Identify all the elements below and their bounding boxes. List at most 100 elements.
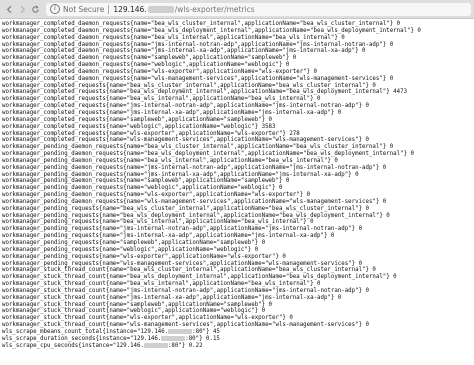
- metric-text: workmanager_completed_daemon_requests{na…: [2, 55, 297, 62]
- url-separator: [108, 4, 110, 14]
- metric-line: workmanager_pending_daemon_requests{name…: [2, 158, 474, 165]
- metric-line: workmanager_completed_daemon_requests{na…: [2, 76, 474, 83]
- metric-line: workmanager_completed_requests{name="sam…: [2, 117, 474, 124]
- metric-line: workmanager_pending_requests{name="wls-m…: [2, 261, 474, 268]
- metric-text: workmanager_stuck_thread_count{name="jms…: [2, 294, 342, 301]
- metric-line: workmanager_stuck_thread_count{name="bea…: [2, 267, 474, 274]
- metric-text: workmanager_pending_daemon_requests{name…: [2, 185, 283, 192]
- info-icon[interactable]: i: [50, 4, 60, 14]
- redacted-ip: [147, 5, 174, 13]
- metric-text: workmanager_stuck_thread_count{name="wls…: [2, 315, 293, 322]
- metric-line: workmanager_pending_daemon_requests{name…: [2, 151, 474, 158]
- metric-text: workmanager_completed_requests{name="jms…: [2, 109, 342, 116]
- metric-line: workmanager_pending_daemon_requests{name…: [2, 165, 474, 172]
- metric-line: workmanager_completed_daemon_requests{na…: [2, 62, 474, 69]
- metric-line: workmanager_pending_daemon_requests{name…: [2, 144, 474, 151]
- metric-text: workmanager_completed_requests{name="bea…: [2, 96, 321, 103]
- metric-text: workmanager_stuck_thread_count{name="bea…: [2, 267, 376, 274]
- metric-line: workmanager_pending_requests{name="sampl…: [2, 240, 474, 247]
- metric-text: workmanager_completed_daemon_requests{na…: [2, 41, 394, 48]
- metric-line: workmanager_stuck_thread_count{name="wls…: [2, 322, 474, 329]
- metric-line: workmanager_completed_requests{name="bea…: [2, 96, 474, 103]
- url-path: /wls-exporter/metrics: [174, 4, 255, 14]
- metric-text-tail: :80"} 0.22: [167, 342, 203, 349]
- metric-line: workmanager_pending_daemon_requests{name…: [2, 199, 474, 206]
- metric-text: workmanager_pending_daemon_requests{name…: [2, 171, 359, 178]
- metric-text: workmanager_completed_daemon_requests{na…: [2, 75, 394, 82]
- arrow-right-icon[interactable]: [16, 3, 29, 16]
- metric-text: workmanager_pending_requests{name="weblo…: [2, 246, 259, 253]
- metric-text: workmanager_pending_daemon_requests{name…: [2, 151, 414, 158]
- metric-text: workmanager_pending_requests{name="bea_w…: [2, 219, 314, 226]
- metric-line: wls_scrape_duration_seconds{instance="12…: [2, 335, 474, 343]
- metric-text: workmanager_completed_requests{name="wls…: [2, 137, 369, 144]
- metric-text: workmanager_stuck_thread_count{name="bea…: [2, 281, 321, 288]
- metric-text: workmanager_completed_requests{name="bea…: [2, 82, 376, 89]
- metric-line: workmanager_stuck_thread_count{name="bea…: [2, 274, 474, 281]
- metric-text-tail: :80"} 0.15: [185, 335, 220, 342]
- metric-text: workmanager_completed_requests{name="web…: [2, 123, 276, 130]
- metric-text: workmanager_pending_requests{name="wls-e…: [2, 253, 286, 260]
- metric-line: workmanager_pending_requests{name="bea_w…: [2, 213, 474, 220]
- metric-line: workmanager_completed_daemon_requests{na…: [2, 35, 474, 42]
- metric-line: workmanager_pending_requests{name="jms-i…: [2, 226, 474, 233]
- arrow-left-icon[interactable]: [3, 3, 16, 16]
- metric-line: workmanager_pending_daemon_requests{name…: [2, 185, 474, 192]
- address-bar[interactable]: i Not Secure 129.146. /wls-exporter/metr…: [46, 2, 471, 16]
- metric-text: workmanager_completed_daemon_requests{na…: [2, 68, 318, 75]
- metric-text: workmanager_pending_daemon_requests{name…: [2, 178, 290, 185]
- metric-text: workmanager_pending_requests{name="wls-m…: [2, 260, 363, 267]
- metric-text: workmanager_pending_daemon_requests{name…: [2, 157, 338, 164]
- metric-line: workmanager_pending_requests{name="bea_w…: [2, 219, 474, 226]
- metric-line: wls_scrape_mbeans_count_total{instance="…: [2, 328, 474, 336]
- metric-text: workmanager_completed_requests{name="bea…: [2, 89, 408, 96]
- metric-line: workmanager_pending_daemon_requests{name…: [2, 178, 474, 185]
- metric-text: workmanager_completed_daemon_requests{na…: [2, 27, 421, 34]
- redacted-ip: [161, 335, 186, 341]
- metric-text: workmanager_completed_daemon_requests{na…: [2, 21, 401, 27]
- metric-line: workmanager_completed_daemon_requests{na…: [2, 21, 474, 28]
- metric-text: workmanager_completed_requests{name="jms…: [2, 103, 369, 110]
- reload-icon[interactable]: [29, 3, 42, 16]
- metric-line: workmanager_completed_requests{name="bea…: [2, 83, 474, 90]
- metric-line: workmanager_completed_daemon_requests{na…: [2, 42, 474, 49]
- metric-text: workmanager_completed_requests{name="wls…: [2, 130, 300, 137]
- metric-line: workmanager_pending_requests{name="weblo…: [2, 247, 474, 254]
- metric-line: workmanager_pending_daemon_requests{name…: [2, 172, 474, 179]
- metric-text: wls_scrape_cpu_seconds{instance="129.146…: [2, 342, 144, 349]
- metric-text: workmanager_pending_requests{name="bea_w…: [2, 212, 390, 219]
- metric-line: workmanager_completed_requests{name="web…: [2, 124, 474, 131]
- metric-line: workmanager_completed_requests{name="wls…: [2, 137, 474, 144]
- metric-text: workmanager_pending_requests{name="jms-i…: [2, 226, 363, 233]
- metric-text: workmanager_pending_requests{name="sampl…: [2, 240, 266, 246]
- metric-line: workmanager_stuck_thread_count{name="web…: [2, 308, 474, 315]
- metric-text: workmanager_completed_daemon_requests{na…: [2, 48, 366, 55]
- metric-text: workmanager_pending_daemon_requests{name…: [2, 144, 394, 151]
- url-host: 129.146.: [113, 4, 147, 14]
- metric-line: workmanager_completed_daemon_requests{na…: [2, 69, 474, 76]
- metric-text: workmanager_stuck_thread_count{name="sam…: [2, 301, 273, 308]
- browser-toolbar: i Not Secure 129.146. /wls-exporter/metr…: [0, 0, 474, 19]
- metric-line: workmanager_completed_requests{name="wls…: [2, 131, 474, 138]
- metric-text: workmanager_pending_requests{name="bea_w…: [2, 205, 369, 212]
- metric-line: workmanager_pending_requests{name="wls-e…: [2, 254, 474, 261]
- metric-line: workmanager_stuck_thread_count{name="bea…: [2, 281, 474, 288]
- metric-line: workmanager_completed_requests{name="jms…: [2, 103, 474, 110]
- metric-text: workmanager_stuck_thread_count{name="bea…: [2, 274, 397, 281]
- metric-text: workmanager_stuck_thread_count{name="web…: [2, 308, 266, 315]
- metric-line: workmanager_pending_requests{name="bea_w…: [2, 206, 474, 213]
- metric-line: workmanager_pending_daemon_requests{name…: [2, 192, 474, 199]
- metric-text: workmanager_stuck_thread_count{name="wls…: [2, 322, 369, 329]
- metric-text: workmanager_completed_daemon_requests{na…: [2, 34, 345, 41]
- metric-text-tail: :80"} 45: [192, 328, 220, 335]
- metric-line: workmanager_completed_daemon_requests{na…: [2, 55, 474, 62]
- redacted-ip: [168, 328, 193, 334]
- metric-line: wls_scrape_cpu_seconds{instance="129.146…: [2, 342, 474, 350]
- metric-line: workmanager_stuck_thread_count{name="sam…: [2, 302, 474, 309]
- metric-line: workmanager_completed_requests{name="bea…: [2, 89, 474, 96]
- metric-line: workmanager_completed_daemon_requests{na…: [2, 28, 474, 35]
- metrics-text: workmanager_completed_daemon_requests{na…: [0, 19, 474, 350]
- metric-text: wls_scrape_duration_seconds{instance="12…: [2, 335, 162, 342]
- metric-text: workmanager_pending_daemon_requests{name…: [2, 192, 311, 199]
- metric-line: workmanager_pending_requests{name="jms-i…: [2, 233, 474, 240]
